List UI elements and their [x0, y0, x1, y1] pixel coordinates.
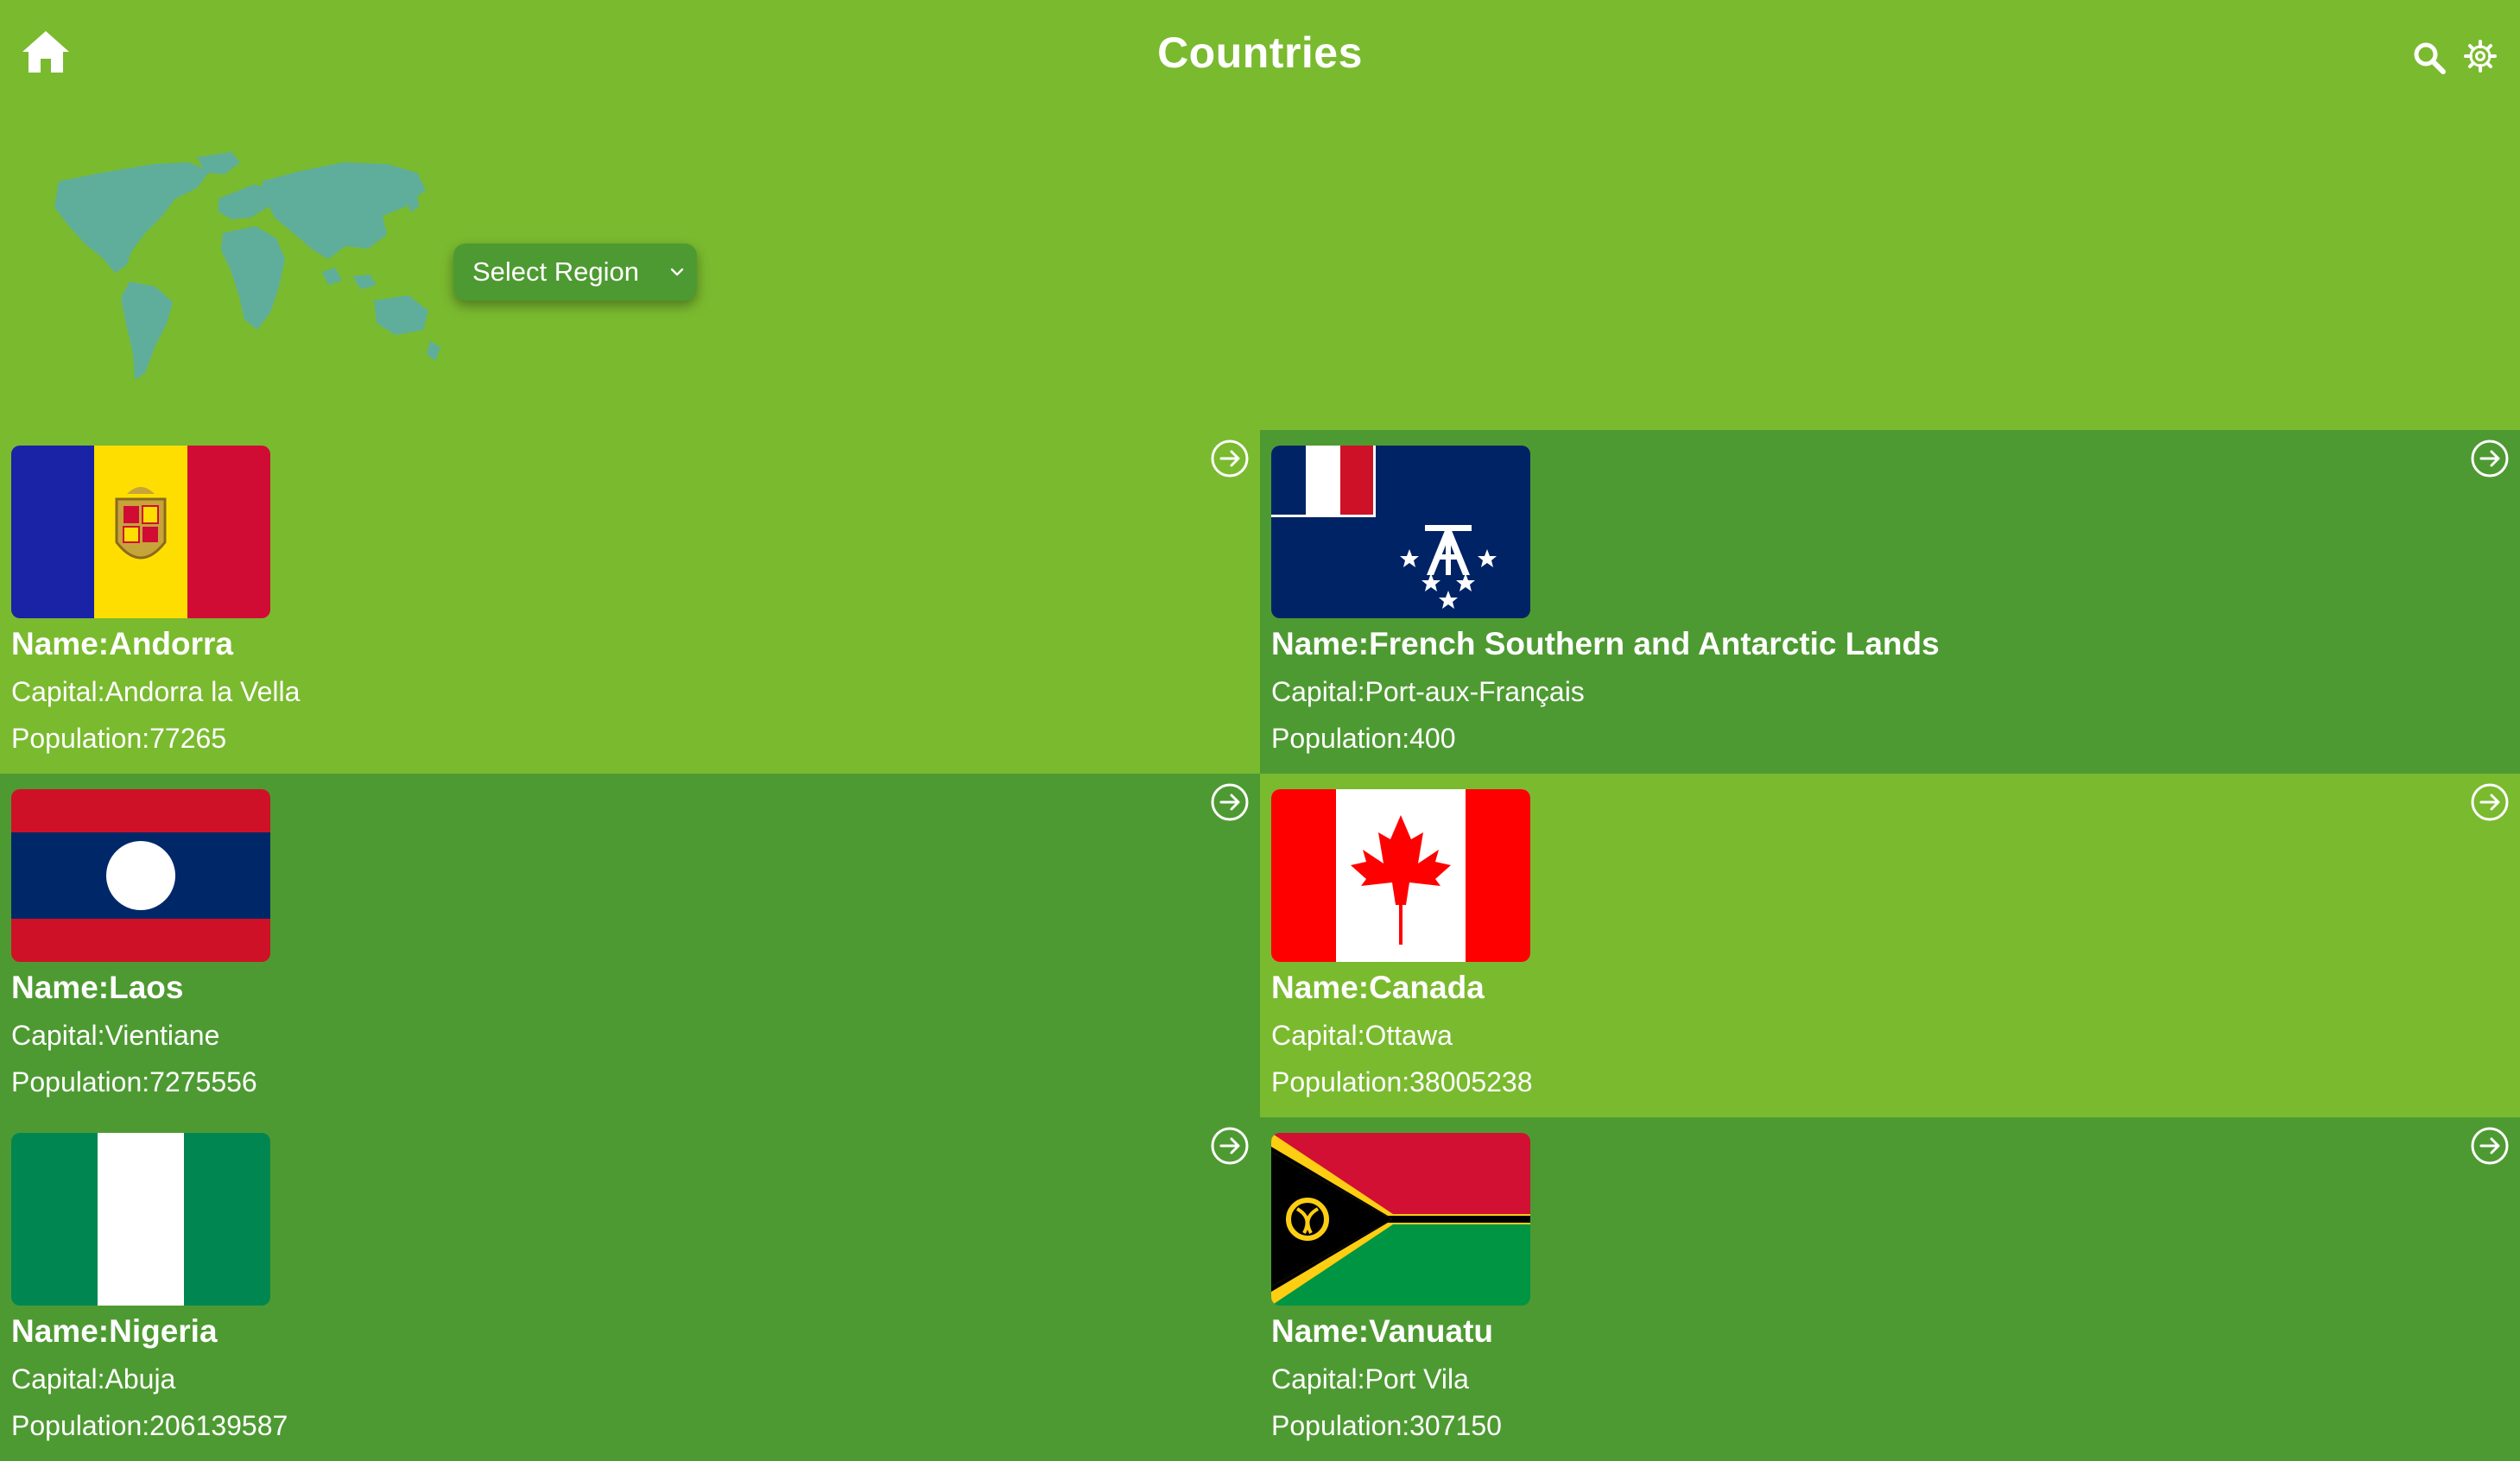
world-map-icon	[24, 147, 456, 389]
country-name: Name:Vanuatu	[1271, 1313, 1494, 1349]
region-select-label: Select Region	[472, 256, 640, 287]
country-name: Name:Nigeria	[11, 1313, 218, 1349]
country-card[interactable]: Name:French Southern and Antarctic Lands…	[1260, 430, 2520, 774]
country-name: Name:Laos	[11, 970, 184, 1005]
country-population: Population:7275556	[11, 1066, 257, 1097]
arrow-right-circle-icon	[2471, 1127, 2509, 1165]
french-southern-lands-flag-icon	[1271, 446, 1530, 618]
country-capital: Capital:Abuja	[11, 1363, 176, 1395]
country-capital: Capital:Andorra la Vella	[11, 676, 301, 707]
nigeria-flag-icon	[11, 1133, 270, 1306]
country-capital: Capital:Port Vila	[1271, 1363, 1469, 1395]
details-button[interactable]	[2470, 439, 2510, 478]
chevron-down-icon	[670, 268, 684, 276]
country-card[interactable]: Name:Vanuatu Capital:Port Vila Populatio…	[1260, 1117, 2520, 1461]
arrow-right-circle-icon	[2471, 440, 2509, 478]
country-name: Name:Andorra	[11, 626, 233, 661]
arrow-right-circle-icon	[1211, 440, 1249, 478]
country-capital: Capital:Ottawa	[1271, 1020, 1453, 1051]
arrow-right-circle-icon	[1211, 783, 1249, 821]
search-button[interactable]	[2412, 41, 2447, 75]
canada-flag-icon	[1271, 789, 1530, 962]
country-population: Population:206139587	[11, 1410, 288, 1441]
country-capital: Capital:Port-aux-Français	[1271, 676, 1585, 707]
country-grid: Name:Andorra Capital:Andorra la Vella Po…	[0, 430, 2520, 1461]
country-card[interactable]: Name:Nigeria Capital:Abuja Population:20…	[0, 1117, 1260, 1461]
country-population: Population:38005238	[1271, 1066, 1533, 1097]
app-header: Countries	[0, 0, 2520, 112]
country-capital: Capital:Vientiane	[11, 1020, 220, 1051]
vanuatu-flag-icon	[1271, 1133, 1530, 1306]
country-name: Name:French Southern and Antarctic Lands	[1271, 626, 1940, 661]
details-button[interactable]	[1210, 782, 1250, 822]
details-button[interactable]	[2470, 1126, 2510, 1166]
arrow-right-circle-icon	[2471, 783, 2509, 821]
country-card[interactable]: Name:Laos Capital:Vientiane Population:7…	[0, 774, 1260, 1117]
country-population: Population:400	[1271, 723, 1456, 754]
laos-flag-icon	[11, 789, 270, 962]
details-button[interactable]	[2470, 782, 2510, 822]
country-population: Population:77265	[11, 723, 227, 754]
country-card[interactable]: Name:Andorra Capital:Andorra la Vella Po…	[0, 430, 1260, 774]
gear-icon	[2464, 40, 2497, 73]
page-title: Countries	[1157, 28, 1363, 77]
settings-button[interactable]	[2463, 39, 2498, 73]
country-name: Name:Canada	[1271, 970, 1485, 1005]
country-card[interactable]: Name:Canada Capital:Ottawa Population:38…	[1260, 774, 2520, 1117]
search-icon	[2414, 42, 2446, 74]
andorra-flag-icon	[11, 446, 270, 618]
country-population: Population:307150	[1271, 1410, 1502, 1441]
details-button[interactable]	[1210, 1126, 1250, 1166]
arrow-right-circle-icon	[1211, 1127, 1249, 1165]
region-select[interactable]: Select Region	[453, 244, 697, 300]
details-button[interactable]	[1210, 439, 1250, 478]
